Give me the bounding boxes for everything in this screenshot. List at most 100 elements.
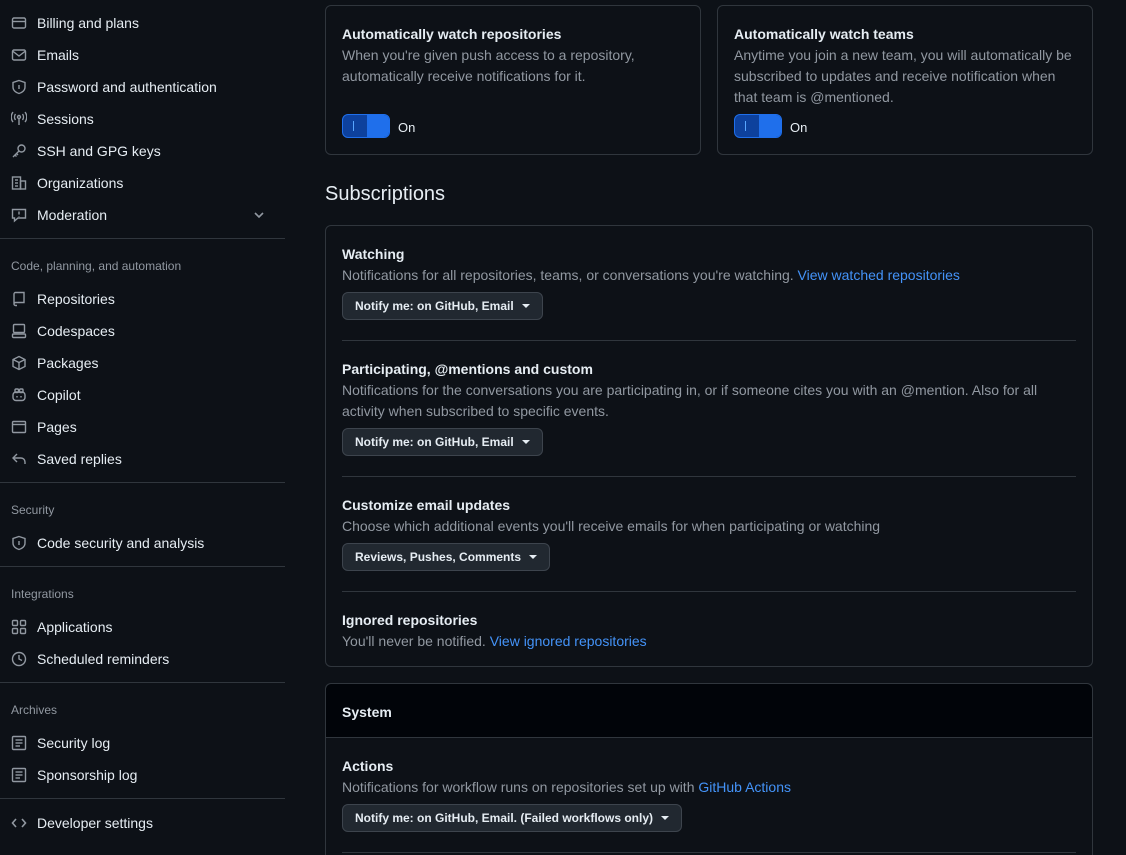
sidebar-item-developer-settings[interactable]: Developer settings [0, 807, 285, 839]
sidebar-item-label: Applications [37, 619, 113, 635]
sidebar-divider [0, 482, 285, 483]
card-title: Automatically watch teams [734, 26, 914, 42]
sidebar-item-label: Repositories [37, 291, 115, 307]
sidebar-item-label: Sponsorship log [37, 767, 138, 783]
row-divider [342, 852, 1076, 853]
apps-icon [11, 619, 27, 635]
sidebar-item-sessions[interactable]: Sessions [0, 103, 285, 135]
email-updates-title: Customize email updates [342, 497, 511, 513]
view-watched-repositories-link[interactable]: View watched repositories [798, 267, 960, 283]
sidebar-divider [0, 238, 285, 239]
sidebar-item-label: Packages [37, 355, 99, 371]
sidebar-item-applications[interactable]: Applications [0, 611, 285, 643]
system-title: System [342, 704, 392, 720]
code-icon [11, 815, 27, 831]
caret-down-icon [529, 555, 538, 559]
watching-title: Watching [342, 246, 405, 262]
sidebar-group-heading: Integrations [11, 587, 74, 601]
sidebar-item-emails[interactable]: Emails [0, 39, 285, 71]
sidebar-item-codespaces[interactable]: Codespaces [0, 315, 285, 347]
sidebar-item-repositories[interactable]: Repositories [0, 283, 285, 315]
participating-description: Notifications for the conversations you … [342, 382, 1038, 398]
toggle-label: On [790, 120, 808, 135]
ignored-repositories-title: Ignored repositories [342, 612, 478, 628]
sidebar-item-billing[interactable]: Billing and plans [0, 7, 285, 39]
sidebar-item-organizations[interactable]: Organizations [0, 167, 285, 199]
ignored-description-text: You'll never be notified. [342, 633, 486, 649]
mail-icon [11, 47, 27, 63]
broadcast-icon [11, 111, 27, 127]
actions-description: Notifications for workflow runs on repos… [342, 777, 1076, 798]
watching-notify-dropdown[interactable]: Notify me: on GitHub, Email [342, 292, 543, 320]
sidebar-item-security-log[interactable]: Security log [0, 727, 285, 759]
dropdown-label: Notify me: on GitHub, Email [355, 435, 514, 449]
sidebar-item-label: Scheduled reminders [37, 651, 170, 667]
dropdown-label: Notify me: on GitHub, Email. (Failed wor… [355, 811, 654, 825]
watch-repositories-toggle[interactable] [342, 114, 390, 138]
settings-sidebar: Billing and plans Emails Password and au… [0, 0, 285, 855]
sidebar-item-label: Billing and plans [37, 15, 139, 31]
subscriptions-heading: Subscriptions [325, 183, 446, 205]
toggle-knob [759, 115, 781, 137]
sidebar-divider [0, 798, 285, 799]
sidebar-item-label: Code security and analysis [37, 535, 205, 551]
sidebar-item-sponsorship-log[interactable]: Sponsorship log [0, 759, 285, 791]
watching-description-text: Notifications for all repositories, team… [342, 267, 794, 283]
view-ignored-repositories-link[interactable]: View ignored repositories [490, 633, 647, 649]
sidebar-item-label: Pages [37, 419, 77, 435]
watch-repositories-card: Automatically watch repositories When yo… [325, 5, 701, 155]
caret-down-icon [521, 304, 530, 308]
sidebar-item-saved-replies[interactable]: Saved replies [0, 443, 285, 475]
card-description: When you're given push access to a repos… [342, 47, 635, 63]
sidebar-item-copilot[interactable]: Copilot [0, 379, 285, 411]
sidebar-item-label: Moderation [37, 207, 108, 223]
browser-icon [11, 419, 27, 435]
repo-icon [11, 291, 27, 307]
shield-lock-icon [11, 79, 27, 95]
shield-lock-icon [11, 535, 27, 551]
github-actions-link[interactable]: GitHub Actions [698, 779, 791, 795]
log-icon [11, 735, 27, 751]
organization-icon [11, 175, 27, 191]
reply-icon [11, 451, 27, 467]
row-divider [342, 476, 1076, 477]
subscriptions-card: Watching Notifications for all repositor… [325, 225, 1093, 667]
sidebar-item-ssh-keys[interactable]: SSH and GPG keys [0, 135, 285, 167]
sidebar-item-moderation[interactable]: Moderation [0, 199, 285, 231]
sidebar-item-label: Organizations [37, 175, 124, 191]
sidebar-item-scheduled-reminders[interactable]: Scheduled reminders [0, 643, 285, 675]
copilot-icon [11, 387, 27, 403]
sidebar-group-heading: Code, planning, and automation [11, 259, 182, 273]
participating-notify-dropdown[interactable]: Notify me: on GitHub, Email [342, 428, 543, 456]
watch-teams-toggle[interactable] [734, 114, 782, 138]
ignored-repositories-description: You'll never be notified. View ignored r… [342, 631, 1076, 652]
sidebar-item-password[interactable]: Password and authentication [0, 71, 285, 103]
actions-notify-dropdown[interactable]: Notify me: on GitHub, Email. (Failed wor… [342, 804, 683, 832]
sidebar-item-code-security[interactable]: Code security and analysis [0, 527, 285, 559]
sidebar-item-pages[interactable]: Pages [0, 411, 285, 443]
watch-teams-card: Automatically watch teams Anytime you jo… [717, 5, 1093, 155]
sidebar-item-label: Saved replies [37, 451, 122, 467]
sidebar-item-label: Codespaces [37, 323, 115, 339]
sidebar-group-heading: Security [11, 503, 55, 517]
toggle-on-indicator [745, 121, 746, 131]
chevron-down-icon[interactable] [251, 207, 267, 223]
key-icon [11, 143, 27, 159]
sidebar-divider [0, 566, 285, 567]
row-divider [342, 591, 1076, 592]
codespaces-icon [11, 323, 27, 339]
email-updates-dropdown[interactable]: Reviews, Pushes, Comments [342, 543, 551, 571]
participating-description: activity when subscribed to specific eve… [342, 403, 609, 419]
toggle-on-indicator [353, 121, 354, 131]
card-description: that team is @mentioned. [734, 89, 894, 105]
caret-down-icon [661, 816, 670, 820]
sidebar-item-packages[interactable]: Packages [0, 347, 285, 379]
dropdown-label: Reviews, Pushes, Comments [355, 550, 522, 564]
card-title: Automatically watch repositories [342, 26, 562, 42]
toggle-label: On [398, 120, 416, 135]
sidebar-divider [0, 682, 285, 683]
card-description: subscribed to updates and receive notifi… [734, 68, 1056, 84]
package-icon [11, 355, 27, 371]
toggle-knob [367, 115, 389, 137]
watching-description: Notifications for all repositories, team… [342, 265, 1076, 286]
